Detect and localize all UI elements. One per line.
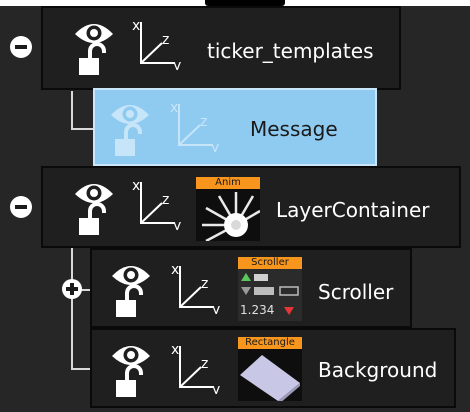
axis-x-label: x [171,342,179,358]
anim-thumbnail: Anim [196,177,260,241]
rectangle-shape-icon [240,355,300,401]
node-label: Background [318,358,438,382]
xyz-axes-icon: x z y [171,342,220,394]
tree-node-scroller[interactable]: x z y Scroller 1.234 Scroller [90,248,412,328]
collapse-toggle[interactable] [10,196,32,218]
gear-wheel-icon [202,192,260,241]
axis-y-label: y [173,218,181,230]
axis-x-label: x [170,100,178,116]
thumbnail-tag: Anim [196,177,260,189]
axis-z-label: z [201,356,208,372]
rectangle-thumbnail: Rectangle [238,337,302,401]
collapse-toggle[interactable] [10,36,32,58]
axis-x-label: x [132,18,140,34]
visibility-lock-icon[interactable] [69,176,119,240]
thumbnail-tag: Rectangle [238,337,302,349]
tree-node-message[interactable]: x z y Message [93,88,377,166]
xyz-axes-icon: x z y [171,262,220,314]
tree-node-ticker-templates[interactable]: x z y ticker_templates [41,6,401,90]
tree-node-layercontainer[interactable]: x z y Anim LayerContainer [41,166,461,248]
axis-y-label: y [211,140,219,152]
tree-connector [71,368,91,370]
node-label: Scroller [318,280,394,304]
scroller-widget-icon: 1.234 [238,269,302,321]
node-label: LayerContainer [276,198,430,222]
axis-x-label: x [132,178,140,194]
visibility-lock-icon[interactable] [69,16,119,80]
node-label: ticker_templates [207,39,374,63]
xyz-axes-icon: x z y [132,178,181,230]
axis-x-label: x [171,262,179,278]
axis-y-label: y [212,302,220,314]
axis-z-label: z [162,32,169,48]
tree-connector [71,248,73,370]
xyz-axes-icon: x z y [170,100,219,152]
visibility-lock-icon[interactable] [106,338,156,402]
axis-z-label: z [162,192,169,208]
visibility-lock-icon[interactable] [106,258,156,322]
axis-z-label: z [201,276,208,292]
axis-y-label: y [212,382,220,394]
xyz-axes-icon: x z y [132,18,181,70]
expand-toggle[interactable] [62,279,82,299]
tree-node-background[interactable]: x z y Rectangle Background [90,328,456,408]
scroller-thumbnail: Scroller 1.234 [238,257,302,321]
axis-y-label: y [173,58,181,70]
tree-connector [71,91,73,130]
visibility-lock-icon[interactable] [105,97,155,161]
readout-value: 1.234 [240,303,274,317]
node-label: Message [250,117,338,141]
axis-z-label: z [200,114,207,130]
tree-connector [71,128,94,130]
thumbnail-tag: Scroller [238,257,302,269]
